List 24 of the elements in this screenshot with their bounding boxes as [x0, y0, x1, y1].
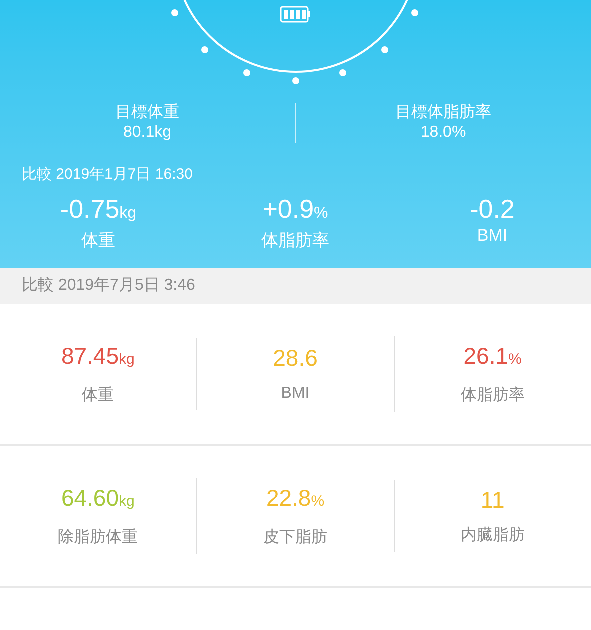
metric-label: 体重 [82, 386, 114, 406]
delta-value: -0.2 [470, 193, 515, 225]
metric-label: BMI [281, 384, 310, 404]
delta-label: 体脂肪率 [262, 230, 330, 252]
comparison-date: 比較 2019年7月5日 3:46 [22, 276, 196, 296]
metric-label: 内臓脂肪 [460, 526, 525, 546]
delta-label: 体重 [82, 230, 116, 252]
metric-value: 22.8% [266, 484, 325, 513]
target-value: 18.0% [420, 123, 466, 143]
comparison-date: 比較 2019年1月7日 16:30 [22, 166, 193, 183]
delta-label: BMI [477, 225, 508, 247]
delta-value: +0.9% [262, 193, 328, 226]
metric-label: 除脂肪体重 [58, 528, 138, 548]
metric-value: 26.1% [464, 342, 522, 371]
delta-value: -0.75kg [60, 193, 137, 226]
metric-value: 11 [480, 486, 505, 514]
target-label: 目標体脂肪率 [396, 103, 492, 123]
metric-value: 28.6 [273, 344, 318, 372]
metric-label: 皮下脂肪 [263, 528, 328, 548]
target-value: 80.1kg [123, 123, 172, 143]
metric-value: 87.45kg [61, 342, 135, 371]
target-label: 目標体重 [116, 103, 180, 123]
metric-label: 体脂肪率 [460, 386, 525, 406]
metric-value: 64.60kg [61, 484, 135, 513]
